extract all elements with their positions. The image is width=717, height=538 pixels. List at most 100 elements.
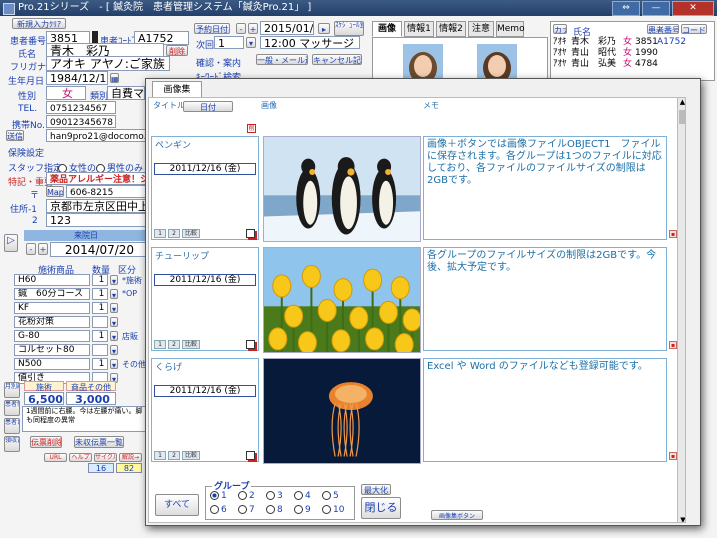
qty-dropdown-icon[interactable]: ▾ xyxy=(110,317,118,327)
entry-date-field[interactable]: 2011/12/16 (金) xyxy=(154,163,256,175)
scroll-down-icon[interactable]: ▼ xyxy=(678,516,685,522)
patient-list-kana-button[interactable]: カナ xyxy=(553,24,567,34)
entry-mini-button[interactable]: 1 xyxy=(154,451,166,460)
entry-mini-button[interactable]: 比較 xyxy=(182,451,200,460)
image-collection-button[interactable]: 画像集ボタン xyxy=(431,510,483,520)
next-date-button[interactable]: + xyxy=(38,243,48,255)
entry-memo-field[interactable]: Excel や Word のファイルなども登録可能です。 xyxy=(423,358,667,462)
patient-list-row[interactable]: ｱｵｷ 青木 彩乃女 3851 A1752 xyxy=(553,37,703,47)
restore-button[interactable]: ⇔ xyxy=(612,1,640,16)
close-button[interactable]: ✕ xyxy=(672,1,714,16)
entry-select-checkbox[interactable] xyxy=(246,340,255,349)
treatment-qty-field[interactable]: 1 xyxy=(92,302,108,314)
group-option[interactable]: 4 xyxy=(294,491,311,501)
schedule-count-field[interactable]: 1 xyxy=(214,36,244,49)
ledger-output-button[interactable]: 患者台帳出力 xyxy=(4,418,20,434)
treatment-name-field[interactable]: N500 xyxy=(14,358,90,370)
entry-memo-field[interactable]: 画像＋ボタンでは画像ファイルOBJECT1 ファイルに保存されます。各グループは… xyxy=(423,136,667,240)
qty-dropdown-icon[interactable]: ▾ xyxy=(110,289,118,299)
entry-date-field[interactable]: 2011/12/16 (金) xyxy=(154,274,256,286)
treatment-name-field[interactable]: G-80 xyxy=(14,330,90,342)
entry-image-cell[interactable] xyxy=(263,247,421,353)
patient-list-row[interactable]: ｱｵﾔ 青山 昭代女 1990 xyxy=(553,48,703,58)
entry-mini-button[interactable]: 2 xyxy=(168,229,180,238)
treatment-qty-field[interactable]: 1 xyxy=(92,288,108,300)
minimize-button[interactable]: — xyxy=(642,1,670,16)
schedule-lookup-button[interactable]: ▸ xyxy=(318,23,330,34)
prev-date-button[interactable]: - xyxy=(26,243,36,255)
group-option[interactable]: 6 xyxy=(210,505,227,515)
bottom-tool-button[interactable]: URL xyxy=(44,453,67,462)
entry-delete-icon[interactable]: ▪ xyxy=(669,230,677,238)
treatment-name-field[interactable]: H60 xyxy=(14,274,90,286)
group-option[interactable]: 9 xyxy=(294,505,311,515)
cancel-record-button[interactable]: キャンセル記録 xyxy=(312,54,362,65)
treatment-qty-field[interactable]: 1 xyxy=(92,358,108,370)
mobile-field[interactable]: 09012345678 xyxy=(46,115,116,128)
treatment-qty-field[interactable]: 1 xyxy=(92,330,108,342)
scroll-thumb[interactable] xyxy=(679,110,685,124)
sex-field[interactable]: 女 xyxy=(46,86,86,100)
qty-dropdown-icon[interactable]: ▾ xyxy=(110,275,118,285)
entry-select-checkbox[interactable] xyxy=(246,451,255,460)
entry-title-field[interactable]: くらげ xyxy=(152,359,258,383)
schedule-date-button[interactable]: 予約日付 xyxy=(194,23,230,34)
group-option[interactable]: 3 xyxy=(266,491,283,501)
address1-field[interactable]: 京都市左京区田中上 xyxy=(46,199,146,213)
tel-field[interactable]: 0751234567 xyxy=(46,101,116,114)
entry-title-field[interactable]: ペンギン xyxy=(152,137,258,161)
play-icon[interactable]: ▷ xyxy=(4,234,18,252)
patient-list-row[interactable]: ｱｵﾔ 青山 弘美女 4784 xyxy=(553,59,703,69)
treatment-qty-field[interactable] xyxy=(92,344,108,356)
treatment-name-field[interactable]: 鍼 60分コース xyxy=(14,288,90,300)
delete-image-icon[interactable]: 削 xyxy=(247,124,256,133)
new-entry-button[interactable]: 新規入力ｸﾘｱ xyxy=(12,18,66,29)
group-option[interactable]: 7 xyxy=(238,505,255,515)
treatment-note-field[interactable]: 1週間前に右腰。今は左腰が痛い。脚も同程度の異常 xyxy=(22,406,146,432)
qty-dropdown-icon[interactable]: ▾ xyxy=(110,303,118,313)
entry-delete-icon[interactable]: ▪ xyxy=(669,341,677,349)
info-tab[interactable]: 注意 xyxy=(468,21,494,37)
entry-image-cell[interactable] xyxy=(263,358,421,464)
treatment-name-field[interactable]: コルセット80 xyxy=(14,344,90,356)
schedule-prev-button[interactable]: - xyxy=(236,23,246,34)
image-collection-tab[interactable]: 画像集 xyxy=(152,81,202,97)
map-button[interactable]: Map xyxy=(46,186,64,197)
mail-send-button[interactable]: 送信 xyxy=(6,130,24,141)
date-sort-button[interactable]: 日付 xyxy=(183,101,233,112)
info-tab[interactable]: Memo xyxy=(496,21,525,37)
info-tab[interactable]: 情報2 xyxy=(436,21,466,37)
entry-date-field[interactable]: 2011/12/16 (金) xyxy=(154,385,256,397)
slip-delete-button[interactable]: 伝票削除 xyxy=(30,436,62,448)
group-option[interactable]: 10 xyxy=(322,505,344,515)
monthly-history-button[interactable]: 月別履歴 xyxy=(4,382,20,398)
unpaid-slip-list-button[interactable]: 未収伝票一覧 xyxy=(74,436,124,448)
treatment-qty-field[interactable] xyxy=(92,316,108,328)
info-tab[interactable]: 情報1 xyxy=(404,21,434,37)
birth-field[interactable]: 1984/12/19 xyxy=(46,71,108,85)
qty-dropdown-icon[interactable]: ▾ xyxy=(110,345,118,355)
entry-mini-button[interactable]: 1 xyxy=(154,340,166,349)
visit-date-field[interactable]: 2014/07/20 xyxy=(50,242,146,257)
close-dialog-button[interactable]: 閉じる xyxy=(361,497,401,519)
qty-dropdown-icon[interactable]: ▾ xyxy=(110,359,118,369)
schedule-time-field[interactable]: 12:00 マッサージ xyxy=(260,36,360,49)
schedule-date-field[interactable]: 2015/01/31 xyxy=(260,21,314,35)
mail-field[interactable]: han9pro21@docomo.n xyxy=(46,129,146,142)
qty-dropdown-icon[interactable]: ▾ xyxy=(110,331,118,341)
entry-delete-icon[interactable]: ▪ xyxy=(669,452,677,460)
show-all-button[interactable]: すべて xyxy=(155,494,199,516)
entry-mini-button[interactable]: 2 xyxy=(168,451,180,460)
entry-image-cell[interactable] xyxy=(263,136,421,242)
group-option[interactable]: 1 xyxy=(210,491,227,501)
mail-send-general-button[interactable]: 一般・メール送信 xyxy=(256,54,308,65)
info-tab[interactable]: 画像 xyxy=(372,21,402,37)
scroll-up-icon[interactable]: ▲ xyxy=(678,98,685,107)
entry-mini-button[interactable]: 1 xyxy=(154,229,166,238)
treatment-name-field[interactable]: 花粉対策 xyxy=(14,316,90,328)
schedule-next-button[interactable]: + xyxy=(248,23,258,34)
sort-by-code-button[interactable]: コード xyxy=(681,24,707,34)
furigana-field[interactable]: アオキ アヤノ:ご家族 xyxy=(46,56,170,71)
entry-select-checkbox[interactable] xyxy=(246,229,255,238)
dialog-scrollbar[interactable]: ▲ ▼ xyxy=(677,98,685,522)
